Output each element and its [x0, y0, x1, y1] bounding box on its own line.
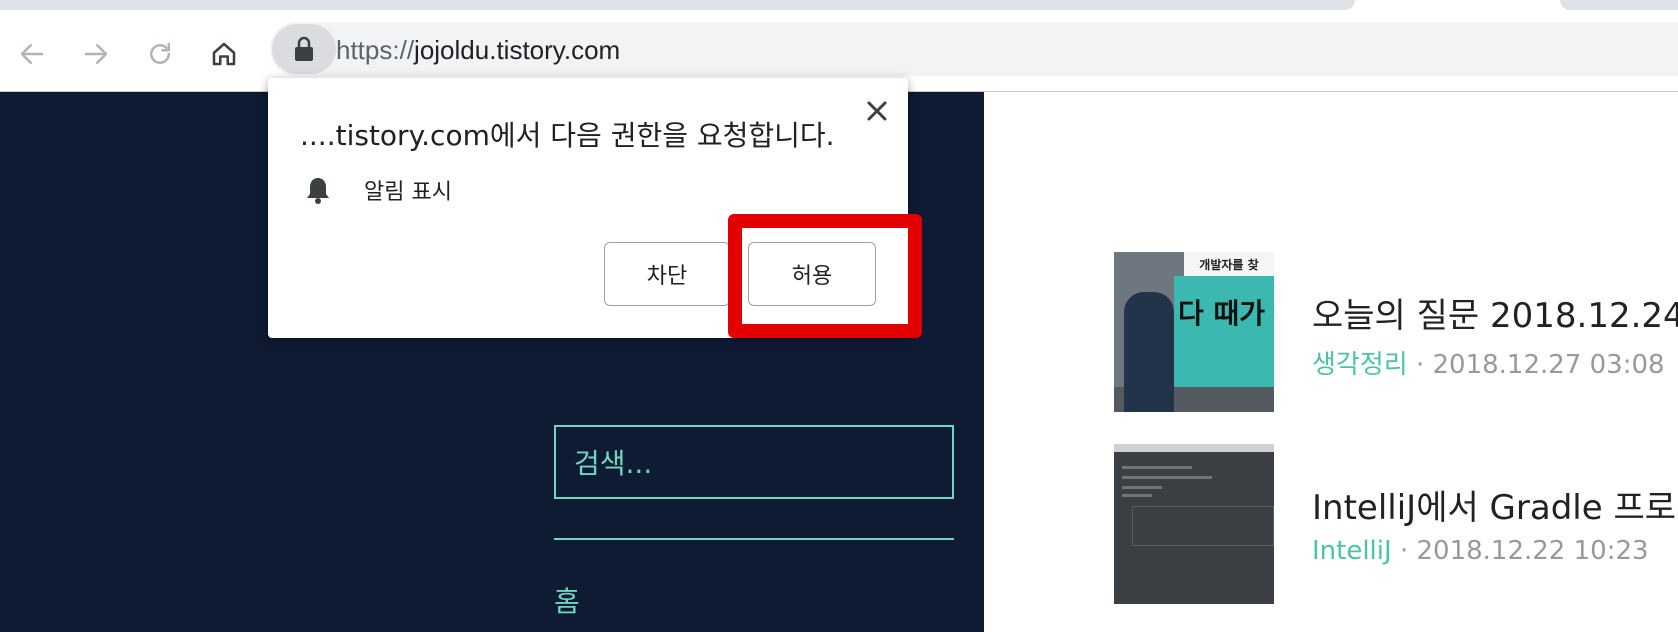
thumbnail-banner: 개발자를 찾: [1184, 252, 1274, 276]
thumbnail-person: [1124, 292, 1174, 412]
search-placeholder: 검색...: [574, 447, 653, 480]
post-title[interactable]: 오늘의 질문 2018.12.24: [1312, 288, 1678, 337]
thumbnail-dialog: [1132, 506, 1274, 546]
thumbnail-line: [1122, 494, 1152, 497]
post-date: 2018.12.22 10:23: [1416, 536, 1649, 566]
post-meta: IntelliJ · 2018.12.22 10:23: [1312, 536, 1649, 566]
popup-title: ....tistory.com에서 다음 권한을 요청합니다.: [300, 119, 835, 152]
post-date: 2018.12.27 03:08: [1432, 350, 1665, 380]
close-button[interactable]: [862, 96, 892, 126]
reload-icon: [150, 42, 170, 64]
tab-strip-right: [1560, 0, 1678, 10]
address-bar[interactable]: https://jojoldu.tistory.com: [270, 22, 1678, 76]
thumbnail-line: [1122, 486, 1162, 489]
post-title[interactable]: IntelliJ에서 Gradle 프로젝: [1312, 480, 1678, 529]
permission-row: 알림 표시: [304, 174, 452, 206]
post-meta-separator: ·: [1391, 536, 1417, 566]
thumbnail-text: 다 때가: [1178, 297, 1266, 330]
block-button[interactable]: 차단: [604, 242, 730, 306]
home-icon: [212, 42, 236, 66]
forward-button[interactable]: [78, 36, 114, 72]
close-icon: [867, 101, 887, 121]
url-text[interactable]: https://jojoldu.tistory.com: [336, 35, 620, 66]
tab-strip: [0, 0, 1678, 22]
url-host: jojoldu.tistory.com: [414, 35, 621, 65]
site-info-button[interactable]: [272, 24, 336, 74]
tab-strip-left: [0, 0, 1355, 10]
post-thumbnail[interactable]: [1114, 444, 1274, 604]
post-meta: 생각정리 · 2018.12.27 03:08: [1312, 344, 1665, 381]
post-category[interactable]: IntelliJ: [1312, 536, 1392, 566]
post-thumbnail[interactable]: 개발자를 찾 다 때가: [1114, 252, 1274, 412]
post-category[interactable]: 생각정리: [1312, 350, 1408, 380]
arrow-left-icon: [20, 44, 44, 64]
arrow-right-icon: [84, 44, 108, 64]
thumbnail-titlebar: [1114, 444, 1274, 452]
search-input[interactable]: 검색...: [554, 425, 954, 499]
thumbnail-line: [1122, 466, 1192, 469]
sidebar-divider: [554, 538, 954, 540]
back-button[interactable]: [14, 36, 50, 72]
permission-label: 알림 표시: [364, 180, 452, 205]
lock-icon: [295, 36, 313, 61]
bell-icon: [307, 178, 329, 204]
highlight-annotation: [728, 214, 922, 338]
post-meta-separator: ·: [1407, 350, 1433, 380]
thumbnail-line: [1122, 476, 1212, 479]
reload-button[interactable]: [142, 36, 178, 72]
home-button[interactable]: [206, 36, 242, 72]
url-scheme: https://: [336, 35, 415, 65]
sidebar-item-home[interactable]: 홈: [554, 580, 580, 620]
